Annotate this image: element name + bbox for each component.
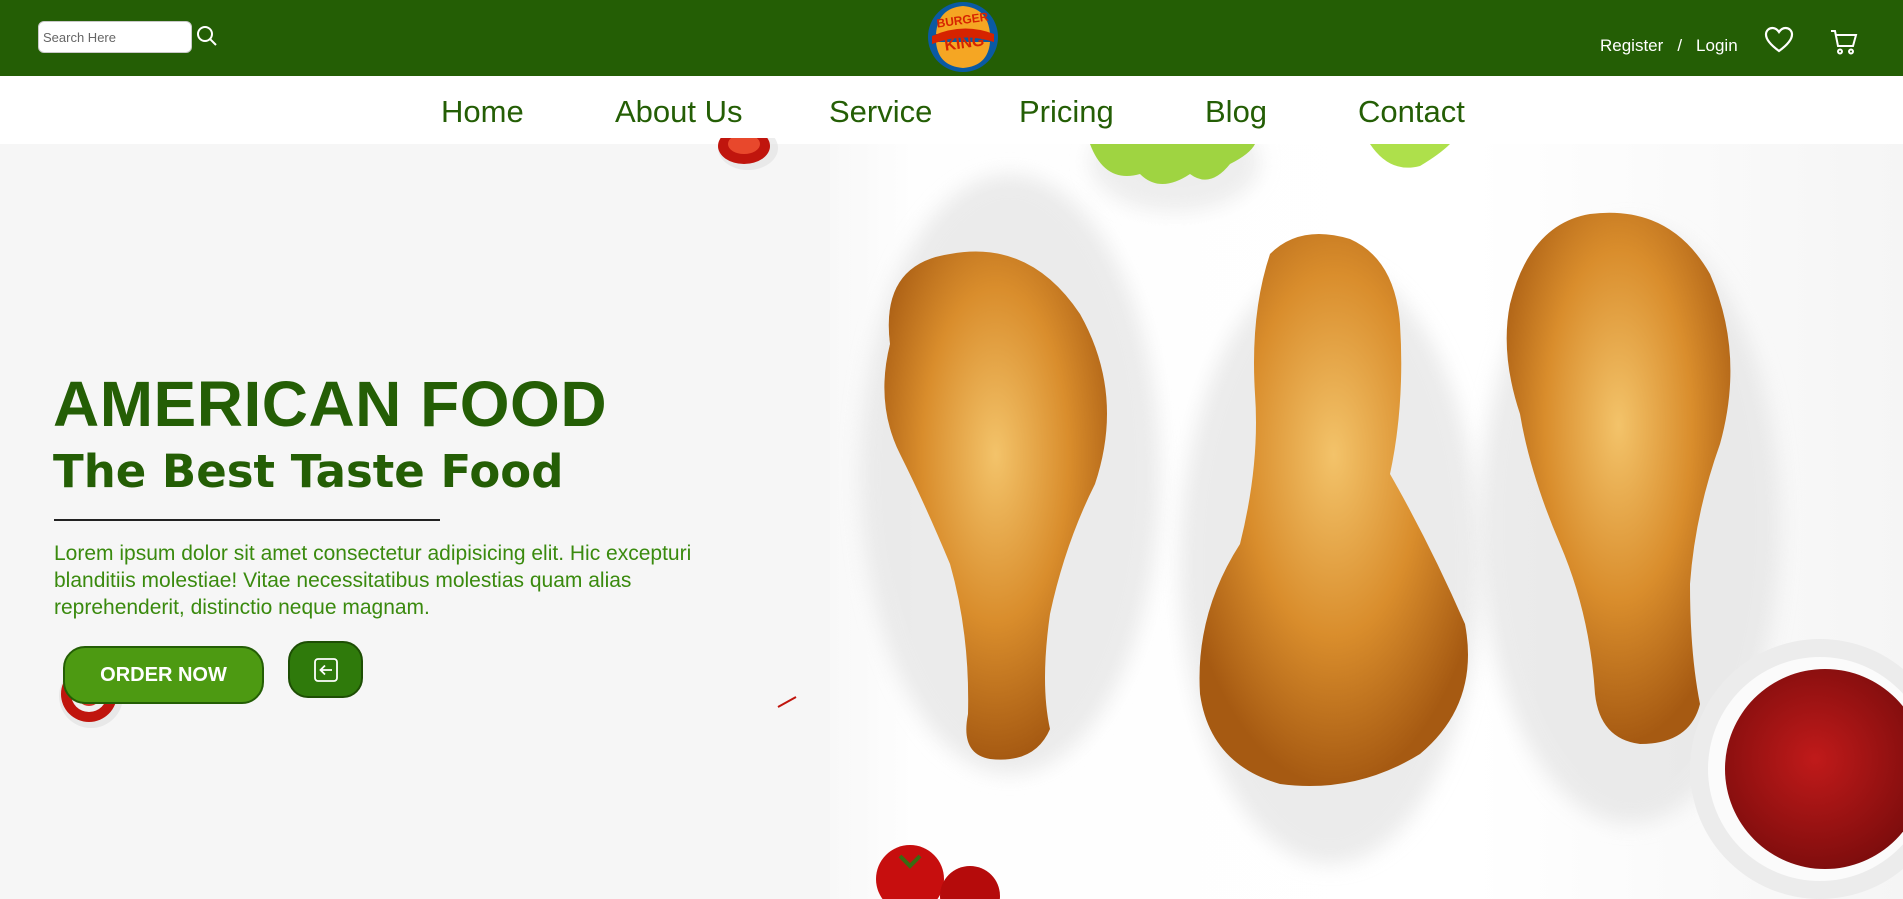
heart-icon[interactable] xyxy=(1764,26,1794,54)
search-input[interactable] xyxy=(38,21,192,53)
hero-description: Lorem ipsum dolor sit amet consectetur a… xyxy=(54,542,692,619)
chili-slice-image xyxy=(718,138,778,170)
hero-subtitle: The Best Taste Food xyxy=(53,445,564,498)
auth-separator: / xyxy=(1677,36,1683,55)
nav-item-about-us[interactable]: About Us xyxy=(615,94,743,130)
hero-divider xyxy=(54,519,440,521)
nav-item-blog[interactable]: Blog xyxy=(1205,94,1267,130)
auth-links: Register / Login xyxy=(1600,36,1738,56)
cart-icon[interactable] xyxy=(1829,27,1859,57)
burger-king-logo[interactable]: BURGER KING xyxy=(926,0,1000,74)
register-link[interactable]: Register xyxy=(1600,36,1663,56)
nav-item-pricing[interactable]: Pricing xyxy=(1019,94,1114,130)
search-icon[interactable] xyxy=(194,23,220,49)
fried-chicken-image xyxy=(830,144,1903,899)
order-now-button[interactable]: ORDER NOW xyxy=(63,646,264,704)
hero-title: AMERICAN FOOD xyxy=(53,368,608,440)
arrow-left-square-icon[interactable] xyxy=(288,641,363,698)
hero-text-panel xyxy=(0,138,830,899)
main-nav: Home About Us Service Pricing Blog Conta… xyxy=(0,76,1903,144)
nav-item-service[interactable]: Service xyxy=(829,94,932,130)
nav-item-home[interactable]: Home xyxy=(441,94,524,130)
top-header-bar: BURGER KING Register / Login xyxy=(0,0,1903,76)
login-link[interactable]: Login xyxy=(1696,36,1738,56)
chili-fleck-image xyxy=(777,696,797,708)
nav-item-contact[interactable]: Contact xyxy=(1358,94,1465,130)
